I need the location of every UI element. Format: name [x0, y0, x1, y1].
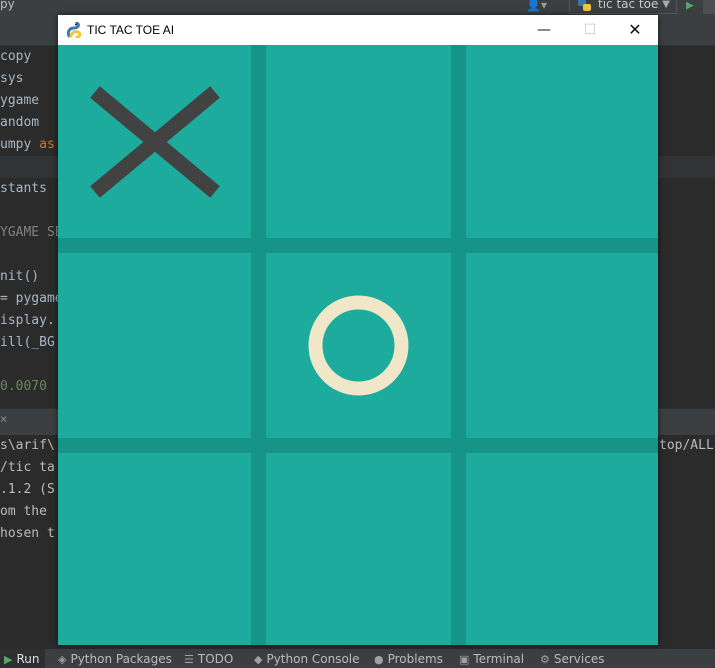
tool-run[interactable]: ▶ Run [0, 649, 46, 668]
o-mark-ring [308, 295, 409, 396]
code-line: copy [0, 49, 32, 64]
tool-services-label: Services [553, 652, 605, 666]
board-cell-9[interactable] [466, 453, 656, 643]
board-cell-6[interactable] [466, 253, 656, 443]
packages-icon: ◈ [58, 653, 67, 666]
code-line: ill(_BG [0, 335, 55, 350]
maximize-button[interactable]: ☐ [567, 15, 613, 45]
code-line: isplay. [0, 313, 55, 328]
minimize-button[interactable]: — [521, 15, 567, 45]
console-line: .1.2 (S [0, 482, 55, 497]
code-line: umpy as [0, 134, 55, 156]
x-mark [90, 86, 220, 198]
window-title: TIC TAC TOE AI [87, 23, 175, 37]
grid-line-horizontal [58, 238, 658, 253]
board-cell-3[interactable] [466, 47, 656, 237]
code-comment: YGAME SE [0, 225, 63, 240]
toolbar-more[interactable] [703, 0, 715, 14]
console-line: hosen t [0, 526, 55, 541]
close-icon[interactable]: × [0, 412, 7, 426]
code-line: = pygame [0, 291, 63, 306]
tool-problems-label: Problems [387, 652, 443, 666]
run-button[interactable]: ▶ [686, 0, 694, 13]
tool-terminal-label: Terminal [473, 652, 525, 666]
o-mark [308, 295, 409, 396]
tool-python-console[interactable]: ◆ Python Console [254, 652, 360, 666]
close-button[interactable]: ✕ [612, 15, 658, 45]
code-text: umpy [0, 137, 40, 152]
python-console-icon: ◆ [254, 653, 263, 666]
tool-python-console-label: Python Console [266, 652, 360, 666]
run-configuration-label: tic tac toe [598, 0, 659, 11]
python-icon [578, 0, 591, 11]
tool-terminal[interactable]: ▣ Terminal [459, 652, 524, 666]
code-line: stants [0, 181, 47, 196]
console-line: top/ALL [659, 438, 714, 453]
tool-todo[interactable]: ☰ TODO [184, 652, 233, 666]
console-line: /tic ta [0, 460, 55, 475]
terminal-icon: ▣ [459, 653, 470, 666]
board-cell-7[interactable] [60, 453, 250, 643]
console-line: om the [0, 504, 47, 519]
ide-toolbar: py 👤▾ tic tac toe ▼ ▶ [0, 0, 715, 15]
run-configuration-selector[interactable]: tic tac toe ▼ [569, 0, 677, 14]
tool-window-bar: ▶ Run ◈ Python Packages ☰ TODO ◆ Python Cons… [0, 648, 715, 668]
tool-todo-label: TODO [197, 652, 234, 666]
run-icon: ▶ [4, 653, 13, 666]
todo-icon: ☰ [184, 653, 194, 666]
tool-run-label: Run [16, 652, 40, 666]
board-cell-1[interactable] [60, 47, 250, 237]
user-icon[interactable]: 👤▾ [526, 0, 547, 12]
code-line: nit() [0, 269, 40, 284]
game-window: TIC TAC TOE AI — ☐ ✕ [58, 15, 658, 645]
tool-python-packages-label: Python Packages [70, 652, 172, 666]
board-cell-5[interactable] [266, 253, 451, 438]
board-cell-2[interactable] [266, 47, 456, 237]
ide-title-fragment: py [0, 0, 15, 11]
console-line: s\arif\ [0, 438, 55, 453]
services-icon: ⚙ [540, 653, 550, 666]
tool-python-packages[interactable]: ◈ Python Packages [58, 652, 172, 666]
code-line: 0.0070 [0, 379, 47, 394]
tool-problems[interactable]: ● Problems [374, 652, 443, 666]
code-line: sys [0, 71, 24, 86]
game-board [58, 45, 658, 645]
board-cell-8[interactable] [266, 453, 456, 643]
code-line: andom [0, 115, 40, 130]
pygame-snake-icon [66, 22, 82, 38]
board-cell-4[interactable] [60, 253, 250, 443]
code-keyword: as [39, 137, 55, 152]
code-line: ygame [0, 93, 40, 108]
grid-line-vertical [251, 45, 266, 645]
tool-services[interactable]: ⚙ Services [540, 652, 604, 666]
window-titlebar[interactable]: TIC TAC TOE AI — ☐ ✕ [58, 15, 658, 45]
chevron-down-icon: ▼ [662, 0, 670, 10]
problems-icon: ● [374, 653, 384, 666]
